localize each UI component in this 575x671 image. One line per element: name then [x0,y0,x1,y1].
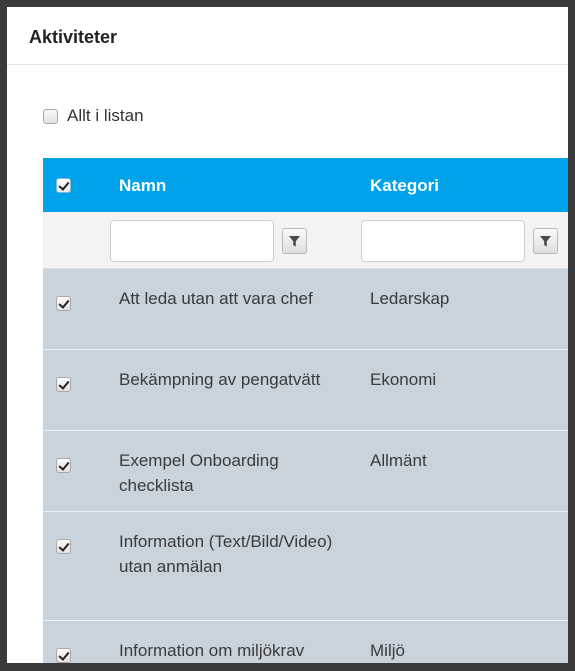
select-all-checkbox[interactable] [43,108,58,124]
row-category: Miljö [370,641,405,660]
column-header-name[interactable]: Namn [119,176,166,196]
name-filter-button[interactable] [282,228,307,254]
select-all-label[interactable]: Allt i listan [67,106,144,126]
row-name: Exempel Onboarding checklista [119,451,279,495]
row-name: Bekämpning av pengatvätt [119,370,321,389]
row-category: Allmänt [370,451,427,470]
select-all-row: Allt i listan [43,106,144,126]
row-checkbox[interactable] [56,648,71,663]
panel-title: Aktiviteter [29,27,118,47]
row-name: Information om miljökrav [119,641,305,660]
header-select-checkbox[interactable] [56,178,71,193]
table-row[interactable]: Exempel Onboarding checklista Allmänt [43,431,568,512]
column-header-category[interactable]: Kategori [370,176,439,196]
name-filter-input[interactable] [110,220,274,262]
grid-header: Namn Kategori [43,158,568,212]
filter-row [43,212,568,269]
table-row[interactable]: Bekämpning av pengatvätt Ekonomi [43,350,568,431]
activities-grid: Namn Kategori Att leda utan att vara che… [43,158,568,663]
row-checkbox[interactable] [56,458,71,473]
filter-funnel-icon [289,235,300,246]
row-name: Information (Text/Bild/Video) utan anmäl… [119,532,333,576]
activities-panel: Aktiviteter Allt i listan Namn Kategori [0,0,575,671]
row-category: Ekonomi [370,370,437,389]
table-row[interactable]: Information om miljökrav Miljö [43,621,568,663]
row-name: Att leda utan att vara chef [119,289,313,308]
table-row[interactable]: Att leda utan att vara chef Ledarskap [43,269,568,350]
title-divider [7,64,568,65]
row-checkbox[interactable] [56,296,71,311]
category-filter-button[interactable] [533,228,558,254]
row-category: Ledarskap [370,289,450,308]
filter-funnel-icon [540,235,551,246]
table-row[interactable]: Information (Text/Bild/Video) utan anmäl… [43,512,568,621]
row-checkbox[interactable] [56,377,71,392]
row-checkbox[interactable] [56,539,71,554]
category-filter-input[interactable] [361,220,525,262]
